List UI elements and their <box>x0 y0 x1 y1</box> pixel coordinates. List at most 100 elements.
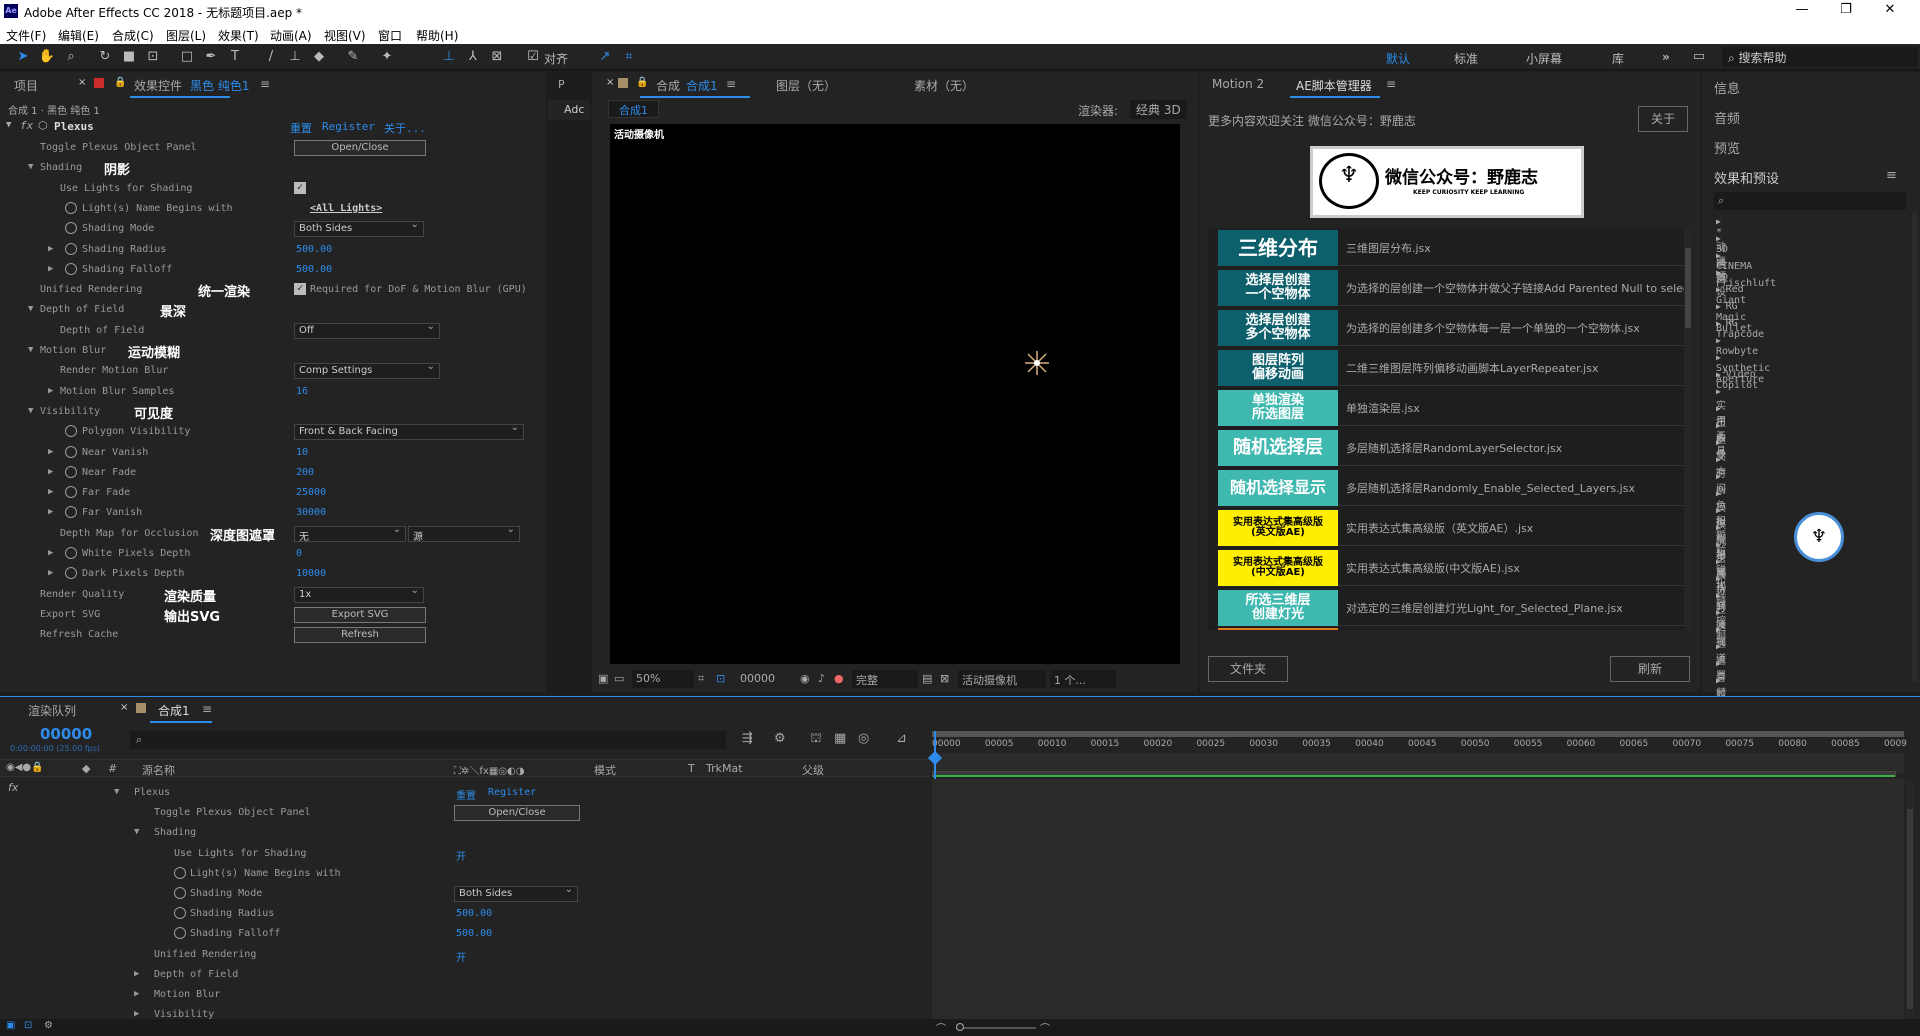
stopwatch-icon[interactable] <box>65 486 77 499</box>
transparency-grid-icon[interactable]: ⊠ <box>940 672 949 685</box>
effects-scrollbar[interactable] <box>1912 212 1918 682</box>
expand-triangle-icon[interactable]: ▶ <box>1716 489 1721 498</box>
property-dropdown[interactable]: Both Sides <box>454 884 578 902</box>
expand-triangle-icon[interactable]: ▶ <box>1716 319 1726 328</box>
expand-triangle-icon[interactable]: ▶ <box>1716 574 1721 583</box>
source-name-header[interactable]: 源名称 <box>142 762 175 778</box>
property-checkbox[interactable]: ✓ <box>294 181 306 194</box>
script-item[interactable]: 所选三维层 创建灯光 对选定的三维层创建灯光Light_for_Selected_… <box>1216 588 1688 626</box>
effect-property-row[interactable]: ▶ Near Fade 200 <box>0 463 530 483</box>
effect-property-row[interactable]: ▶ Far Fade 25000 <box>0 483 530 503</box>
graph-editor-icon[interactable]: ⊿ <box>896 731 907 746</box>
property-value[interactable]: 500.00 <box>296 264 332 275</box>
type-tool-icon[interactable]: T <box>226 48 244 66</box>
timeline-property-row[interactable]: Shading Mode Both Sides <box>0 884 939 904</box>
pen-tool-icon[interactable]: ✒ <box>202 48 220 66</box>
timeline-zoom-slider[interactable] <box>956 1023 1036 1031</box>
effect-property-row[interactable]: Unified Rendering 统一渲染 ✓ Required for DoF &… <box>0 280 530 300</box>
stopwatch-icon[interactable] <box>65 242 77 255</box>
tab-project[interactable]: 项目 <box>14 77 38 94</box>
camera-tool-icon[interactable]: ■ <box>120 48 138 66</box>
expand-triangle-icon[interactable]: ▶ <box>1716 217 1721 226</box>
menu-file[interactable]: 文件(F) <box>6 27 46 44</box>
switches-header-icons[interactable]: ⛶✲＼fx▦◎◐◑ <box>454 762 524 777</box>
about-button[interactable]: 关于 <box>1638 106 1688 132</box>
timeline-property-row[interactable]: ▼ Shading <box>0 823 930 843</box>
script-item[interactable]: 选择层创建 一个空物体 为选择的层创建一个空物体并做父子链接Add Parente… <box>1216 268 1688 306</box>
stopwatch-icon[interactable] <box>65 445 77 458</box>
expand-triangle-icon[interactable]: ▶ <box>1716 336 1721 345</box>
expand-triangle-icon[interactable]: ▶ <box>134 969 139 979</box>
channel-icon[interactable]: ● <box>834 672 844 685</box>
collapse-triangle-icon[interactable]: ▼ <box>28 304 33 314</box>
floating-deer-logo-icon[interactable]: ♆ <box>1794 512 1844 562</box>
refresh-button[interactable]: 刷新 <box>1610 656 1690 682</box>
workspace-standard[interactable]: 标准 <box>1454 50 1478 67</box>
property-value[interactable]: 25000 <box>296 487 326 498</box>
timeline-property-row[interactable]: ▼ Plexus 重置 Register <box>0 783 930 803</box>
script-item[interactable]: 选择层创建 多个空物体 为选择的层创建多个空物体每一层一个单独的一个空物体.jsx <box>1216 308 1688 346</box>
expand-triangle-icon[interactable]: ▶ <box>1716 523 1721 532</box>
script-item[interactable]: 单独渲染 所选图层 单独渲染层.jsx <box>1216 388 1688 426</box>
menu-animation[interactable]: 动画(A) <box>270 27 312 44</box>
effect-property-row[interactable]: Use Lights for Shading ✓ <box>0 179 530 199</box>
property-link[interactable]: <All Lights> <box>310 203 382 214</box>
zoom-out-icon[interactable]: ⌒ <box>936 1020 946 1035</box>
folder-button[interactable]: 文件夹 <box>1208 656 1288 682</box>
close-button[interactable]: ✕ <box>1870 2 1910 17</box>
stopwatch-icon[interactable] <box>65 201 77 214</box>
property-value[interactable]: 30000 <box>296 507 326 518</box>
tab-ae-script-manager[interactable]: AE脚本管理器 <box>1296 77 1372 94</box>
draft-3d-icon[interactable]: ⚙ <box>774 731 786 746</box>
script-item[interactable]: 随机选择层 多层随机选择层RandomLayerSelector.jsx <box>1216 428 1688 466</box>
stopwatch-icon[interactable] <box>174 887 186 899</box>
register-link[interactable]: Register <box>488 787 536 798</box>
snap-edge-icon[interactable]: ↗ <box>596 48 614 66</box>
property-value[interactable]: 10000 <box>296 568 326 579</box>
tab-layer[interactable]: 图层（无） <box>776 77 836 94</box>
property-dropdown[interactable]: Both Sides <box>294 219 424 238</box>
comp-subtab[interactable]: 合成1 <box>608 100 659 118</box>
layer-switches-toggle-icon[interactable]: ▣ <box>6 1020 15 1031</box>
collapse-triangle-icon[interactable]: ▼ <box>28 162 33 172</box>
banner[interactable]: ♆ 微信公众号：野鹿志 KEEP CURIOSITY KEEP LEARNING <box>1310 146 1584 218</box>
timeline-property-row[interactable]: ▶ Motion Blur <box>0 985 939 1005</box>
effect-property-row[interactable]: ▶ Near Vanish 10 <box>0 443 530 463</box>
workspace-layout-icon[interactable]: ▭ <box>1690 48 1708 66</box>
script-item[interactable]: 图层阵列 偏移动画 二维三维图层阵列偏移动画脚本LayerRepeater.jsx <box>1216 348 1688 386</box>
composition-viewer[interactable]: 活动摄像机 <box>610 124 1180 664</box>
property-value[interactable]: 开 <box>456 949 466 964</box>
comp-mini-flowchart-icon[interactable]: ⇶ <box>742 731 753 746</box>
expand-triangle-icon[interactable]: ▶ <box>1716 251 1721 260</box>
effect-property-row[interactable]: Depth of Field Off <box>0 321 530 341</box>
transfer-controls-toggle-icon[interactable]: ⊡ <box>24 1020 32 1031</box>
timeline-property-row[interactable]: Shading Radius 500.00 <box>0 904 939 924</box>
tab-footage[interactable]: 素材（无） <box>914 77 974 94</box>
panel-menu-icon[interactable]: ≡ <box>1386 77 1396 91</box>
property-dropdown-secondary[interactable]: 源 <box>408 524 520 543</box>
property-checkbox[interactable]: ✓ <box>294 283 306 296</box>
expand-triangle-icon[interactable]: ▶ <box>1716 608 1721 617</box>
collapse-triangle-icon[interactable]: ▼ <box>114 787 119 797</box>
effect-property-row[interactable]: ▶ Shading Falloff 500.00 <box>0 260 530 280</box>
script-badge-button[interactable]: 三维分布 <box>1218 230 1338 266</box>
world-axis-icon[interactable]: ⅄ <box>464 48 482 66</box>
effect-property-row[interactable]: Light(s) Name Begins with <All Lights> <box>0 199 530 219</box>
light-icon[interactable] <box>1022 348 1052 378</box>
expand-triangle-icon[interactable]: ▶ <box>48 264 53 274</box>
property-value[interactable]: 开 <box>456 848 466 863</box>
stopwatch-icon[interactable] <box>174 907 186 920</box>
timeline-property-row[interactable]: Toggle Plexus Object Panel Open/Close <box>0 803 930 823</box>
puppet-tool-icon[interactable]: ✦ <box>378 48 396 66</box>
effects-search-input[interactable]: ⌕ <box>1714 192 1906 210</box>
expand-triangle-icon[interactable]: ▶ <box>48 447 53 457</box>
expand-triangle-icon[interactable]: ▶ <box>1716 302 1726 311</box>
rotate-tool-icon[interactable]: ↻ <box>96 48 114 66</box>
expand-triangle-icon[interactable]: ▶ <box>1716 234 1721 243</box>
property-button[interactable]: Open/Close <box>454 805 580 822</box>
expand-triangle-icon[interactable]: ▶ <box>1716 438 1721 447</box>
stopwatch-icon[interactable] <box>65 222 77 235</box>
timeline-property-row[interactable]: Light(s) Name Begins with <box>0 864 939 884</box>
clone-stamp-tool-icon[interactable]: ⊥ <box>286 48 304 66</box>
info-panel-header[interactable]: 信息 <box>1714 78 1740 97</box>
